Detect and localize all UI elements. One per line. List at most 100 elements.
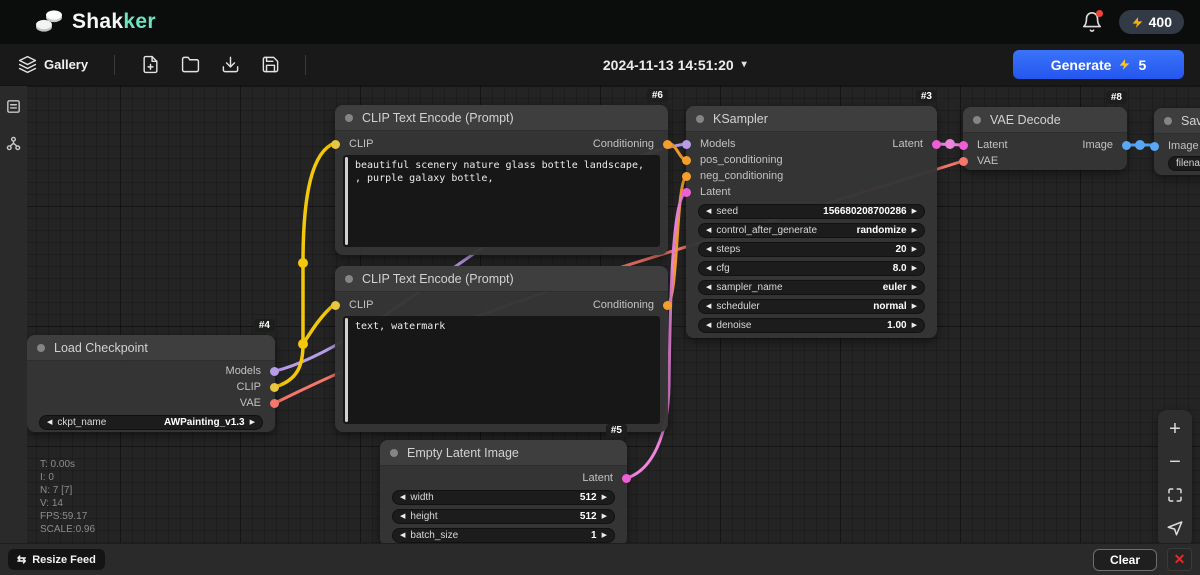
widget-sampler-name[interactable]: ◀ sampler_name euler ▶ [698, 280, 925, 295]
widget-steps[interactable]: ◀ steps 20 ▶ [698, 242, 925, 257]
decrement-icon[interactable]: ◀ [400, 513, 405, 520]
notifications-button[interactable] [1081, 11, 1103, 33]
widget-scheduler[interactable]: ◀ scheduler normal ▶ [698, 299, 925, 314]
fit-view-icon [1166, 486, 1184, 504]
port-dot-latent-in[interactable] [682, 188, 691, 197]
increment-icon[interactable]: ▶ [912, 284, 917, 291]
reroute-dot[interactable] [1135, 140, 1145, 150]
feed-panel-icon[interactable] [5, 98, 22, 115]
widget-denoise[interactable]: ◀ denoise 1.00 ▶ [698, 318, 925, 333]
node-header[interactable]: Save [1154, 108, 1200, 134]
node-header[interactable]: Load Checkpoint [27, 335, 275, 361]
decrement-icon[interactable]: ◀ [47, 419, 52, 426]
clear-button[interactable]: Clear [1093, 549, 1157, 571]
increment-icon[interactable]: ▶ [912, 322, 917, 329]
resize-feed-button[interactable]: ⇆ Resize Feed [8, 549, 105, 570]
increment-icon[interactable]: ▶ [912, 208, 917, 215]
collapse-dot[interactable] [37, 344, 45, 352]
decrement-icon[interactable]: ◀ [706, 227, 711, 234]
save-workflow-button[interactable] [255, 51, 285, 79]
port-dot-latent[interactable] [622, 474, 631, 483]
port-dot-image-out[interactable] [1122, 141, 1131, 150]
decrement-icon[interactable]: ◀ [706, 303, 711, 310]
node-canvas[interactable]: T: 0.00sI: 0 N: 7 [7]V: 14 FPS:59.17SCAL… [0, 86, 1200, 543]
widget-batch-size[interactable]: ◀ batch_size 1 ▶ [392, 528, 615, 543]
close-feed-button[interactable]: ✕ [1167, 548, 1192, 571]
port-dot-neg-conditioning[interactable] [682, 172, 691, 181]
port-label-latent-in: Latent [700, 186, 731, 198]
collapse-dot[interactable] [390, 449, 398, 457]
increment-icon[interactable]: ▶ [602, 513, 607, 520]
port-dot-image[interactable] [1150, 142, 1159, 151]
port-dot-vae[interactable] [959, 157, 968, 166]
node-clip-text-encode-positive[interactable]: #6 CLIP Text Encode (Prompt) CLIP Condit… [335, 105, 668, 255]
increment-icon[interactable]: ▶ [912, 303, 917, 310]
zoom-out-button[interactable]: − [1163, 450, 1187, 474]
port-dot-clip[interactable] [331, 140, 340, 149]
port-dot-conditioning[interactable] [663, 301, 672, 310]
widget-width[interactable]: ◀ width 512 ▶ [392, 490, 615, 505]
widget-control-after-generate[interactable]: ◀ control_after_generate randomize ▶ [698, 223, 925, 238]
node-ksampler[interactable]: #3 KSampler Models Latent pos_conditioni… [686, 106, 937, 338]
node-header[interactable]: Empty Latent Image [380, 440, 627, 466]
collapse-dot[interactable] [345, 114, 353, 122]
gallery-button[interactable]: Gallery [12, 51, 94, 78]
open-workflow-button[interactable] [175, 51, 205, 79]
decrement-icon[interactable]: ◀ [706, 284, 711, 291]
node-header[interactable]: CLIP Text Encode (Prompt) [335, 105, 668, 131]
import-button[interactable] [215, 51, 245, 79]
increment-icon[interactable]: ▶ [602, 494, 607, 501]
port-dot-clip[interactable] [270, 383, 279, 392]
decrement-icon[interactable]: ◀ [706, 265, 711, 272]
decrement-icon[interactable]: ◀ [400, 494, 405, 501]
node-empty-latent-image[interactable]: #5 Empty Latent Image Latent ◀ width 512… [380, 440, 627, 543]
collapse-dot[interactable] [345, 275, 353, 283]
port-dot-clip[interactable] [331, 301, 340, 310]
port-dot-pos-conditioning[interactable] [682, 156, 691, 165]
node-header[interactable]: VAE Decode [963, 107, 1127, 133]
collapse-dot[interactable] [973, 116, 981, 124]
collapse-dot[interactable] [1164, 117, 1172, 125]
pan-mode-button[interactable] [1163, 516, 1187, 540]
node-vae-decode[interactable]: #8 VAE Decode Latent Image VAE [963, 107, 1127, 170]
increment-icon[interactable]: ▶ [602, 532, 607, 539]
node-header[interactable]: CLIP Text Encode (Prompt) [335, 266, 668, 292]
workflow-tree-icon[interactable] [5, 135, 22, 152]
node-clip-text-encode-negative[interactable]: CLIP Text Encode (Prompt) CLIP Condition… [335, 266, 668, 432]
credits-badge[interactable]: 400 [1119, 10, 1184, 34]
port-dot-models[interactable] [682, 140, 691, 149]
port-dot-conditioning[interactable] [663, 140, 672, 149]
widget-height[interactable]: ◀ height 512 ▶ [392, 509, 615, 524]
widget-seed[interactable]: ◀ seed 156680208700286 ▶ [698, 204, 925, 219]
node-save-image[interactable]: Save Image filenam [1154, 108, 1200, 175]
increment-icon[interactable]: ▶ [912, 246, 917, 253]
fit-view-button[interactable] [1163, 483, 1187, 507]
decrement-icon[interactable]: ◀ [400, 532, 405, 539]
new-workflow-button[interactable] [135, 51, 165, 79]
app-logo[interactable]: Shakker [34, 8, 156, 36]
widget-ckpt-name[interactable]: ◀ ckpt_name AWPainting_v1.3 ▶ [39, 415, 263, 430]
increment-icon[interactable]: ▶ [250, 419, 255, 426]
port-dot-models[interactable] [270, 367, 279, 376]
node-header[interactable]: KSampler [686, 106, 937, 132]
decrement-icon[interactable]: ◀ [706, 208, 711, 215]
timestamp-dropdown[interactable]: 2024-11-13 14:51:20 ▾ [603, 57, 747, 73]
reroute-dot[interactable] [298, 339, 308, 349]
node-load-checkpoint[interactable]: #4 Load Checkpoint Models CLIP VAE ◀ ckp… [27, 335, 275, 432]
generate-button[interactable]: Generate 5 [1013, 50, 1184, 79]
widget-filename[interactable]: filenam [1168, 156, 1200, 171]
reroute-dot[interactable] [945, 139, 955, 149]
port-dot-latent[interactable] [959, 141, 968, 150]
prompt-textarea[interactable]: beautiful scenery nature glass bottle la… [343, 155, 660, 247]
decrement-icon[interactable]: ◀ [706, 246, 711, 253]
reroute-dot[interactable] [298, 258, 308, 268]
collapse-dot[interactable] [696, 115, 704, 123]
widget-cfg[interactable]: ◀ cfg 8.0 ▶ [698, 261, 925, 276]
port-dot-vae[interactable] [270, 399, 279, 408]
zoom-in-button[interactable]: + [1163, 417, 1187, 441]
prompt-textarea[interactable]: text, watermark [343, 316, 660, 424]
decrement-icon[interactable]: ◀ [706, 322, 711, 329]
increment-icon[interactable]: ▶ [912, 265, 917, 272]
increment-icon[interactable]: ▶ [912, 227, 917, 234]
port-dot-latent-out[interactable] [932, 140, 941, 149]
